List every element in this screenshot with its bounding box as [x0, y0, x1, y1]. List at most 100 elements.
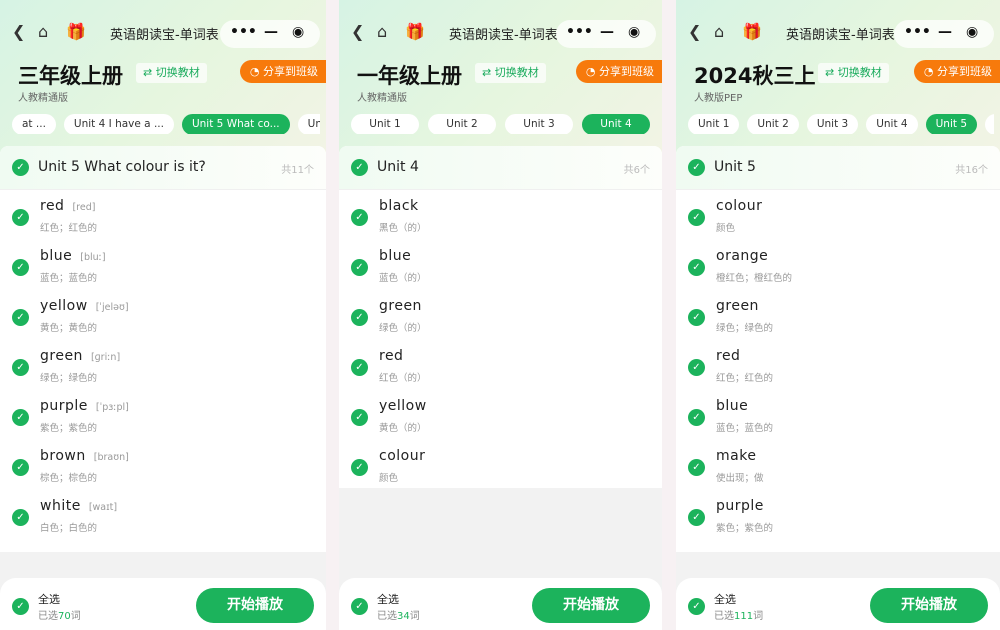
- switch-textbook-button[interactable]: ⇄ 切换教材: [818, 63, 889, 83]
- switch-textbook-button[interactable]: ⇄ 切换教材: [475, 63, 546, 83]
- back-icon[interactable]: ❮: [688, 22, 701, 41]
- unit-tabs: Unit 1 Unit 2 Unit 3 Unit 4 Unit 5 Unit 6: [688, 112, 994, 134]
- check-icon[interactable]: ✓: [688, 209, 705, 226]
- minimize-icon[interactable]: —: [264, 24, 278, 40]
- back-icon[interactable]: ❮: [12, 22, 25, 41]
- close-target-icon[interactable]: ◉: [966, 24, 978, 40]
- check-icon[interactable]: ✓: [12, 309, 29, 326]
- word-item[interactable]: ✓ blue [bluː] 蓝色；蓝色的: [0, 240, 326, 290]
- unit-tab[interactable]: Unit 5 What co...: [181, 114, 290, 134]
- gift-icon[interactable]: 🎁: [742, 22, 762, 41]
- check-icon[interactable]: ✓: [12, 259, 29, 276]
- word-item[interactable]: ✓ black 黑色（的）: [339, 190, 662, 240]
- switch-textbook-button[interactable]: ⇄ 切换教材: [136, 63, 207, 83]
- check-icon[interactable]: ✓: [12, 359, 29, 376]
- switch-label: 切换教材: [155, 66, 200, 79]
- share-to-class-button[interactable]: ◔ 分享到班级: [913, 60, 1000, 83]
- back-icon[interactable]: ❮: [351, 22, 364, 41]
- word-item[interactable]: ✓ colour 颜色: [339, 440, 662, 488]
- gift-icon[interactable]: 🎁: [66, 22, 86, 41]
- word-item[interactable]: ✓ yellow 黄色（的）: [339, 390, 662, 440]
- unit-tabs: Unit 1 Unit 2 Unit 3 Unit 4: [351, 112, 656, 134]
- gift-icon[interactable]: 🎁: [405, 22, 425, 41]
- check-icon[interactable]: ✓: [12, 409, 29, 426]
- unit-tab[interactable]: at ...: [12, 114, 56, 134]
- check-icon[interactable]: ✓: [12, 459, 29, 476]
- phonetic: [red]: [72, 202, 96, 213]
- word-item[interactable]: ✓ purple 紫色；紫色的: [676, 490, 1000, 540]
- word-item[interactable]: ✓ red [red] 红色；红色的: [0, 190, 326, 240]
- word-item[interactable]: ✓ brown [braʊn] 棕色；棕色的: [0, 440, 326, 490]
- word-item[interactable]: ✓ green [ɡriːn] 绿色；绿色的: [0, 340, 326, 390]
- word-item[interactable]: ✓ white [waɪt] 白色；白色的: [0, 490, 326, 540]
- unit-tab[interactable]: Unit 3: [505, 114, 573, 134]
- close-target-icon[interactable]: ◉: [292, 24, 304, 40]
- unit-tab[interactable]: Unit 1: [688, 114, 740, 134]
- check-icon[interactable]: ✓: [351, 159, 368, 176]
- word-item[interactable]: ✓ red 红色（的）: [339, 340, 662, 390]
- start-play-button[interactable]: 开始播放: [196, 588, 314, 623]
- word-item[interactable]: ✓ orange 橙红色；橙红色的: [676, 240, 1000, 290]
- select-all-checkbox[interactable]: ✓: [12, 598, 29, 615]
- check-icon[interactable]: ✓: [351, 459, 368, 476]
- start-play-button[interactable]: 开始播放: [532, 588, 650, 623]
- unit-tab[interactable]: Unit 4: [866, 114, 918, 134]
- check-icon[interactable]: ✓: [351, 359, 368, 376]
- more-icon[interactable]: •••: [566, 24, 593, 40]
- share-label: 分享到班级: [937, 65, 992, 78]
- unit-tab[interactable]: Unit 4 I have a ...: [63, 114, 174, 134]
- check-icon[interactable]: ✓: [12, 209, 29, 226]
- phonetic: [bluː]: [80, 252, 106, 263]
- home-icon[interactable]: ⌂: [377, 22, 387, 41]
- select-all-checkbox[interactable]: ✓: [688, 598, 705, 615]
- home-icon[interactable]: ⌂: [714, 22, 724, 41]
- unit-header[interactable]: ✓ Unit 5 What colour is it? 共11个: [0, 146, 326, 190]
- unit-tab[interactable]: Unit 2: [428, 114, 496, 134]
- word-count: 共16个: [955, 165, 988, 176]
- check-icon[interactable]: ✓: [688, 259, 705, 276]
- word-item[interactable]: ✓ colour 颜色: [676, 190, 1000, 240]
- edition-label: 人教精通版: [357, 93, 407, 104]
- unit-header[interactable]: ✓ Unit 5 共16个: [676, 146, 1000, 190]
- word-item[interactable]: ✓ blue 蓝色；蓝色的: [676, 390, 1000, 440]
- more-icon[interactable]: •••: [230, 24, 257, 40]
- word-item[interactable]: ✓ purple [ˈpɜːpl] 紫色；紫色的: [0, 390, 326, 440]
- word-item[interactable]: ✓ red 红色；红色的: [676, 340, 1000, 390]
- word-item[interactable]: ✓ make 使出现；做: [676, 440, 1000, 490]
- check-icon[interactable]: ✓: [688, 159, 705, 176]
- select-all-checkbox[interactable]: ✓: [351, 598, 368, 615]
- word-item[interactable]: ✓ blue 蓝色（的）: [339, 240, 662, 290]
- word-item[interactable]: ✓ green 绿色；绿色的: [676, 290, 1000, 340]
- unit-tab[interactable]: Unit 6: [985, 114, 994, 134]
- check-icon[interactable]: ✓: [688, 409, 705, 426]
- unit-tab[interactable]: Unit 1: [351, 114, 419, 134]
- close-target-icon[interactable]: ◉: [628, 24, 640, 40]
- word-text: yellow: [40, 298, 88, 314]
- unit-header[interactable]: ✓ Unit 4 共6个: [339, 146, 662, 190]
- unit-tab[interactable]: Unit 3: [806, 114, 859, 134]
- word-item[interactable]: ✓ yellow [ˈjeləʊ] 黄色；黄色的: [0, 290, 326, 340]
- check-icon[interactable]: ✓: [12, 509, 29, 526]
- unit-tab[interactable]: Unit 6 I l: [297, 114, 320, 134]
- unit-tab[interactable]: Unit 5: [925, 114, 978, 134]
- check-icon[interactable]: ✓: [688, 459, 705, 476]
- more-icon[interactable]: •••: [904, 24, 931, 40]
- minimize-icon[interactable]: —: [938, 24, 952, 40]
- word-text: red: [379, 348, 404, 364]
- check-icon[interactable]: ✓: [688, 509, 705, 526]
- home-icon[interactable]: ⌂: [38, 22, 48, 41]
- minimize-icon[interactable]: —: [600, 24, 614, 40]
- check-icon[interactable]: ✓: [12, 159, 29, 176]
- share-to-class-button[interactable]: ◔ 分享到班级: [575, 60, 662, 83]
- check-icon[interactable]: ✓: [351, 259, 368, 276]
- check-icon[interactable]: ✓: [351, 309, 368, 326]
- check-icon[interactable]: ✓: [688, 359, 705, 376]
- unit-tab[interactable]: Unit 4: [582, 114, 650, 134]
- check-icon[interactable]: ✓: [351, 209, 368, 226]
- share-to-class-button[interactable]: ◔ 分享到班级: [239, 60, 326, 83]
- check-icon[interactable]: ✓: [351, 409, 368, 426]
- word-item[interactable]: ✓ green 绿色（的）: [339, 290, 662, 340]
- start-play-button[interactable]: 开始播放: [870, 588, 988, 623]
- unit-tab[interactable]: Unit 2: [747, 114, 799, 134]
- check-icon[interactable]: ✓: [688, 309, 705, 326]
